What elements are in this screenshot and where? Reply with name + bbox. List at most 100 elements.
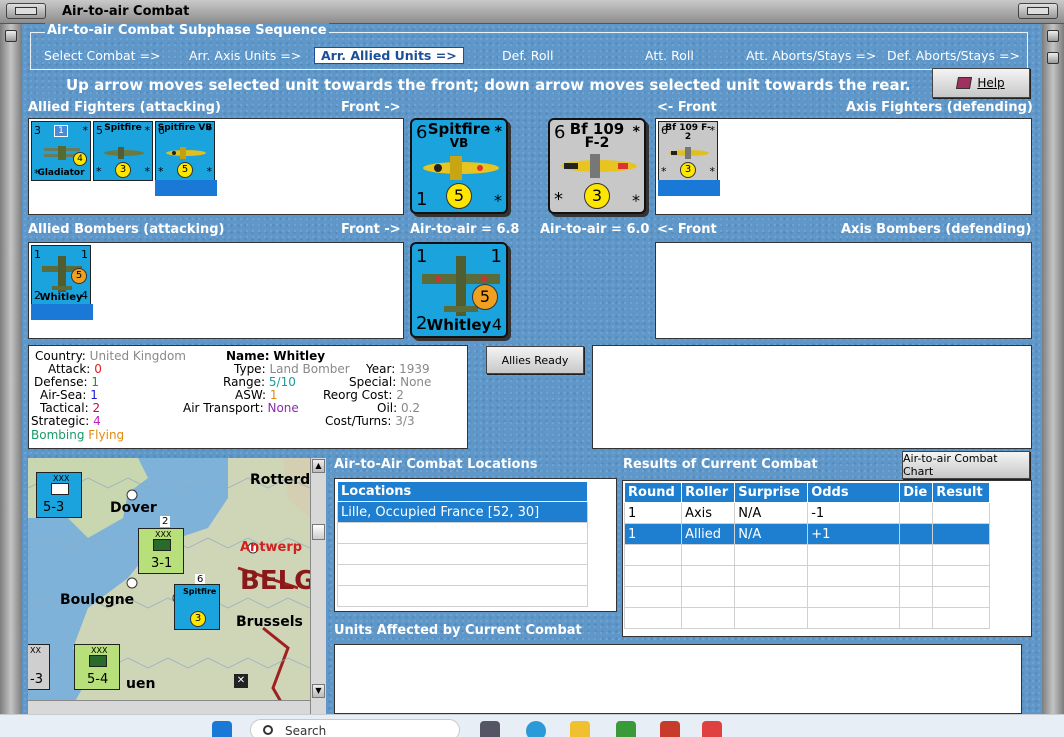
map-unit-army[interactable]: XXX 5-3 bbox=[36, 472, 82, 518]
app-icon[interactable] bbox=[616, 721, 636, 737]
allied-air-to-air-value: Air-to-air = 6.8 bbox=[410, 222, 520, 237]
left-rail bbox=[0, 24, 22, 714]
hex-number: 2 bbox=[160, 516, 171, 527]
rail-knob bbox=[1047, 52, 1059, 64]
asw-value: 1 bbox=[269, 388, 278, 402]
strategic-value: 4 bbox=[93, 414, 101, 428]
unit-type-icon: 1 bbox=[54, 125, 68, 137]
app-icon[interactable] bbox=[702, 721, 722, 737]
selected-unit-bar bbox=[155, 180, 217, 196]
unit-counter-bf109-f2[interactable]: 6 Bf 109 F-2 * * 3 * bbox=[658, 121, 718, 181]
map-vertical-scrollbar[interactable]: ▲ ▼ bbox=[310, 458, 326, 714]
fighter-plane-icon bbox=[166, 147, 206, 159]
flying-tag: Flying bbox=[88, 428, 125, 442]
country-value: United Kingdom bbox=[89, 349, 186, 363]
search-icon bbox=[263, 725, 273, 735]
window-menu-button[interactable] bbox=[6, 3, 46, 19]
unit-info-panel: Country: United Kingdom Attack: 0 Defens… bbox=[28, 345, 468, 449]
infantry-symbol-icon bbox=[153, 539, 171, 551]
active-axis-fighter-counter[interactable]: 6 Bf 109 F-2 * * 3 * bbox=[548, 118, 646, 214]
unit-counter-spitfire-vb[interactable]: 6 Spitfire VB * * 5 * bbox=[155, 121, 215, 181]
unit-counter-spitfire[interactable]: 5 Spitfire * * 3 * bbox=[93, 121, 153, 181]
map-unit-home[interactable]: XXX 5-4 bbox=[74, 644, 120, 690]
selected-unit-bar bbox=[658, 180, 720, 196]
front-arrow-left-label: <- Front bbox=[657, 100, 717, 115]
fighter-plane-icon bbox=[104, 147, 144, 159]
air-combat-chart-button[interactable]: Air-to-air Combat Chart bbox=[902, 451, 1030, 479]
seq-att-aborts[interactable]: Att. Aborts/Stays => bbox=[746, 48, 876, 63]
location-row[interactable]: Lille, Occupied France [52, 30] bbox=[337, 501, 588, 523]
active-allied-bomber-counter[interactable]: 1 1 5 2 Whitley 4 bbox=[410, 242, 508, 338]
allied-bombers-label: Allied Bombers (attacking) bbox=[28, 222, 225, 237]
location-row[interactable] bbox=[337, 564, 588, 586]
infantry-symbol-icon bbox=[51, 483, 69, 495]
help-button[interactable]: Help bbox=[932, 68, 1030, 98]
type-value: Land Bomber bbox=[269, 362, 350, 376]
bombing-tag: Bombing bbox=[31, 428, 85, 442]
file-explorer-icon[interactable] bbox=[570, 721, 590, 737]
locations-header: Locations bbox=[337, 481, 588, 502]
seq-select-combat[interactable]: Select Combat => bbox=[44, 48, 161, 63]
results-title: Results of Current Combat bbox=[623, 457, 818, 472]
active-allied-fighter-counter[interactable]: 6 Spitfire VB * 1 5 * bbox=[410, 118, 508, 214]
map-unit-corps[interactable]: XXX 3-1 bbox=[138, 528, 184, 574]
combat-panel: Air-to-air Combat Subphase Sequence Sele… bbox=[22, 23, 1042, 714]
location-row[interactable] bbox=[337, 522, 588, 544]
seq-def-roll[interactable]: Def. Roll bbox=[502, 48, 553, 63]
allied-bombers-box[interactable]: 1 1 5 2 Whitley 4 bbox=[28, 242, 404, 339]
results-row[interactable]: 1 Axis N/A -1 bbox=[623, 502, 990, 524]
map-unit-spitfire[interactable]: Spitfire 3 bbox=[174, 584, 220, 630]
scroll-up-arrow[interactable]: ▲ bbox=[312, 459, 325, 473]
instruction-text: Up arrow moves selected unit towards the… bbox=[66, 76, 911, 94]
start-icon[interactable] bbox=[212, 721, 232, 737]
results-row[interactable] bbox=[623, 607, 990, 629]
location-row[interactable] bbox=[337, 585, 588, 607]
results-table: Round Roller Surprise Odds Die Result 1A… bbox=[623, 482, 990, 629]
axis-fighters-label: Axis Fighters (defending) bbox=[846, 100, 1033, 115]
results-row[interactable] bbox=[623, 586, 990, 608]
axis-air-to-air-value: Air-to-air = 6.0 bbox=[540, 222, 650, 237]
tactical-value: 2 bbox=[92, 401, 101, 415]
seq-def-aborts[interactable]: Def. Aborts/Stays => bbox=[887, 48, 1020, 63]
task-view-icon[interactable] bbox=[480, 721, 500, 737]
results-row[interactable]: 1 Allied N/A +1 bbox=[623, 523, 990, 545]
taskbar-search[interactable]: Search bbox=[250, 719, 460, 737]
scroll-down-arrow[interactable]: ▼ bbox=[312, 684, 325, 698]
map-label-rotterdam: Rotterd bbox=[250, 472, 310, 488]
map-unit-edge[interactable]: XX -3 bbox=[28, 644, 50, 690]
unit-counter-whitley[interactable]: 1 1 5 2 Whitley 4 bbox=[31, 245, 91, 305]
rail-knob bbox=[5, 30, 17, 42]
seq-att-roll[interactable]: Att. Roll bbox=[645, 48, 694, 63]
axis-fighters-box[interactable]: 6 Bf 109 F-2 * * 3 * bbox=[655, 118, 1032, 215]
range-value: 5/10 bbox=[268, 375, 296, 389]
unit-name-value: Whitley bbox=[273, 349, 326, 363]
seq-arr-axis-units[interactable]: Arr. Axis Units => bbox=[189, 48, 301, 63]
map-view[interactable]: Dover Rotterd Antwerp BELG Boulogne Brus… bbox=[28, 458, 310, 714]
scroll-thumb[interactable] bbox=[312, 524, 325, 540]
map-label-antwerp: Antwerp bbox=[240, 540, 303, 555]
title-bar: Air-to-air Combat bbox=[0, 0, 1064, 24]
allied-fighters-box[interactable]: 3 1 * 4 * Gladiator 5 Spitfire * * 3 * 6… bbox=[28, 118, 404, 215]
window-close-button[interactable] bbox=[1018, 3, 1058, 19]
seq-arr-allied-units[interactable]: Arr. Allied Units => bbox=[314, 47, 464, 64]
defense-value: 1 bbox=[91, 375, 99, 389]
window-title: Air-to-air Combat bbox=[62, 4, 190, 19]
map-horizontal-scrollbar[interactable] bbox=[28, 700, 310, 714]
unit-counter-gladiator[interactable]: 3 1 * 4 * Gladiator bbox=[31, 121, 91, 181]
game-app-icon[interactable] bbox=[660, 721, 680, 737]
locations-title: Air-to-Air Combat Locations bbox=[334, 457, 538, 472]
units-affected-title: Units Affected by Current Combat bbox=[334, 623, 582, 638]
locations-table: Locations Lille, Occupied France [52, 30… bbox=[337, 481, 588, 607]
results-row[interactable] bbox=[623, 565, 990, 587]
allies-ready-button[interactable]: Allies Ready bbox=[486, 346, 584, 374]
locations-panel: Locations Lille, Occupied France [52, 30… bbox=[334, 478, 617, 612]
front-arrow-right-label: Front -> bbox=[341, 222, 401, 237]
message-box bbox=[592, 345, 1032, 449]
results-panel: Round Roller Surprise Odds Die Result 1A… bbox=[622, 480, 1032, 637]
right-rail bbox=[1042, 24, 1064, 714]
special-value: None bbox=[400, 375, 432, 389]
axis-bombers-box[interactable] bbox=[655, 242, 1032, 339]
location-row[interactable] bbox=[337, 543, 588, 565]
edge-browser-icon[interactable] bbox=[526, 721, 546, 737]
results-row[interactable] bbox=[623, 544, 990, 566]
